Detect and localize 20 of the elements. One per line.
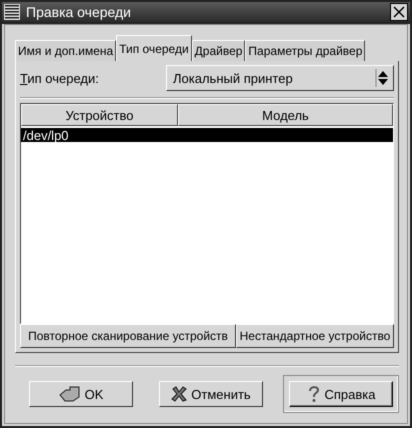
column-header[interactable]: Устройство [21,104,178,126]
tab[interactable]: Параметры драйвер [245,40,366,61]
cancel-button[interactable]: Отменить [159,381,263,407]
window-title: Правка очереди [26,4,132,20]
tab[interactable]: Тип очереди [116,35,192,61]
custom-device-button[interactable]: Нестандартное устройство [236,324,394,348]
column-header[interactable]: Модель [178,104,393,126]
rescan-button[interactable]: Повторное сканирование устройств [20,324,236,348]
help-icon [306,385,320,403]
tab[interactable]: Имя и доп.имена [15,40,116,61]
queue-type-label: Тип очереди: [20,70,99,86]
device-row[interactable]: /dev/lp0 [21,128,393,142]
tab[interactable]: Драйвер [192,40,246,61]
help-button[interactable]: Справка [289,381,393,407]
spinner-arrows-icon [375,69,389,87]
queue-type-dropdown[interactable]: Локальный принтер [166,65,394,91]
menu-icon[interactable] [4,4,20,20]
ok-button[interactable]: OK [29,381,133,407]
close-button[interactable] [390,3,408,21]
cross-icon [171,386,188,402]
